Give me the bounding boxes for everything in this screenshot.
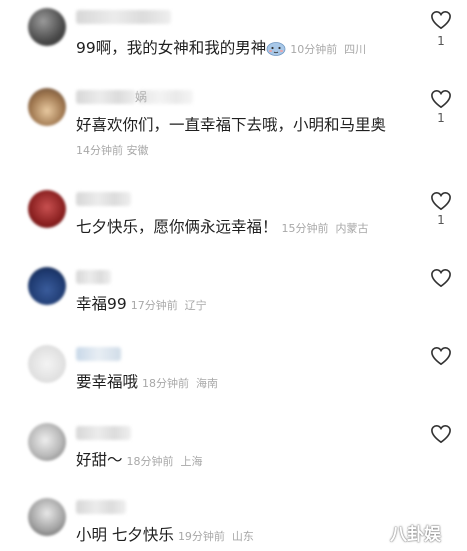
avatar[interactable]	[28, 498, 66, 536]
watermark: 八卦娱	[390, 525, 441, 545]
username-blurred[interactable]	[76, 500, 126, 514]
comment-item: 小明 七夕快乐 19分钟前 山东	[0, 0, 467, 551]
comment-location: 山东	[231, 530, 254, 543]
comment-text: 小明 七夕快乐 19分钟前 山东	[76, 526, 254, 544]
comment-time: 19分钟前	[177, 530, 225, 543]
